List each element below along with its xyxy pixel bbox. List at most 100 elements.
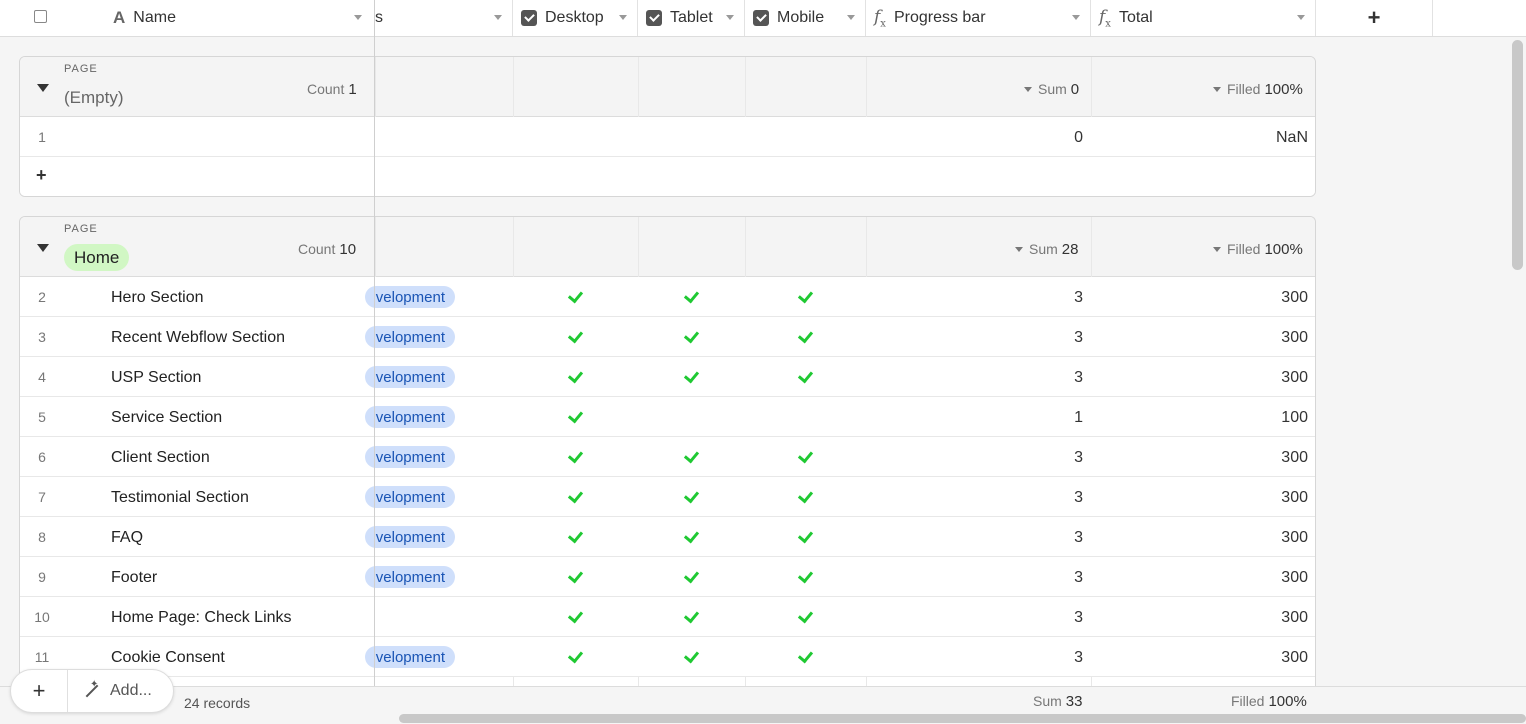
- chevron-down-icon[interactable]: [494, 15, 502, 20]
- collapse-toggle-icon[interactable]: [37, 244, 49, 252]
- total-cell[interactable]: 300: [1091, 609, 1308, 627]
- status-pill[interactable]: velopment: [365, 446, 455, 468]
- status-pill[interactable]: velopment: [365, 526, 455, 548]
- table-row[interactable]: 5 Service Section velopment 1 100: [20, 397, 1315, 437]
- table-row[interactable]: 11 Cookie Consent velopment 3 300: [20, 637, 1315, 677]
- total-cell[interactable]: 300: [1091, 329, 1308, 347]
- column-header-progress[interactable]: fx Progress bar: [866, 0, 1091, 36]
- row-name[interactable]: Testimonial Section: [111, 489, 249, 507]
- footer-sum[interactable]: Sum 33: [1033, 693, 1082, 710]
- tablet-check-icon[interactable]: [684, 289, 698, 303]
- mobile-check-icon[interactable]: [798, 289, 812, 303]
- group-sum[interactable]: Sum 28: [1015, 241, 1078, 258]
- status-pill[interactable]: velopment: [365, 366, 455, 388]
- total-cell[interactable]: 300: [1091, 289, 1308, 307]
- total-cell[interactable]: 300: [1091, 369, 1308, 387]
- group-filled[interactable]: Filled 100%: [1213, 81, 1303, 98]
- column-header-name[interactable]: A Name: [0, 0, 374, 36]
- add-with-ai-button[interactable]: Add...: [68, 670, 173, 712]
- progress-cell[interactable]: 3: [866, 609, 1083, 627]
- progress-cell[interactable]: 3: [866, 529, 1083, 547]
- progress-cell[interactable]: 3: [866, 569, 1083, 587]
- plus-icon[interactable]: +: [36, 165, 47, 186]
- tablet-check-icon[interactable]: [684, 649, 698, 663]
- table-row[interactable]: 9 Footer velopment 3 300: [20, 557, 1315, 597]
- status-pill[interactable]: velopment: [365, 646, 455, 668]
- total-cell[interactable]: 300: [1091, 449, 1308, 467]
- progress-cell[interactable]: 3: [866, 449, 1083, 467]
- tablet-check-icon[interactable]: [684, 369, 698, 383]
- total-cell[interactable]: 300: [1091, 569, 1308, 587]
- add-column-button[interactable]: +: [1316, 0, 1433, 36]
- chevron-down-icon[interactable]: [1297, 15, 1305, 20]
- mobile-check-icon[interactable]: [798, 489, 812, 503]
- chevron-down-icon[interactable]: [847, 15, 855, 20]
- chevron-down-icon[interactable]: [1072, 15, 1080, 20]
- desktop-check-icon[interactable]: [568, 569, 582, 583]
- column-header-tablet[interactable]: Tablet: [638, 0, 745, 36]
- table-row[interactable]: 6 Client Section velopment 3 300: [20, 437, 1315, 477]
- progress-cell[interactable]: 3: [866, 649, 1083, 667]
- row-name[interactable]: Hero Section: [111, 289, 204, 307]
- progress-cell[interactable]: 1: [866, 409, 1083, 427]
- tablet-check-icon[interactable]: [684, 569, 698, 583]
- tablet-check-icon[interactable]: [684, 529, 698, 543]
- row-name[interactable]: Service Section: [111, 409, 222, 427]
- footer-filled[interactable]: Filled 100%: [1231, 693, 1307, 710]
- mobile-check-icon[interactable]: [798, 649, 812, 663]
- table-row[interactable]: 8 FAQ velopment 3 300: [20, 517, 1315, 557]
- table-row[interactable]: 2 Hero Section velopment 3 300: [20, 277, 1315, 317]
- chevron-down-icon[interactable]: [354, 15, 362, 20]
- desktop-check-icon[interactable]: [568, 609, 582, 623]
- row-name[interactable]: USP Section: [111, 369, 201, 387]
- horizontal-scrollbar[interactable]: [399, 714, 1526, 723]
- tablet-check-icon[interactable]: [684, 449, 698, 463]
- total-cell[interactable]: 100: [1091, 409, 1308, 427]
- desktop-check-icon[interactable]: [568, 649, 582, 663]
- desktop-check-icon[interactable]: [568, 489, 582, 503]
- desktop-check-icon[interactable]: [568, 289, 582, 303]
- add-record-row[interactable]: +: [20, 157, 1315, 196]
- frozen-column-divider[interactable]: [374, 0, 375, 724]
- row-name[interactable]: Footer: [111, 569, 157, 587]
- mobile-check-icon[interactable]: [798, 449, 812, 463]
- mobile-check-icon[interactable]: [798, 609, 812, 623]
- collapse-toggle-icon[interactable]: [37, 84, 49, 92]
- group-sum[interactable]: Sum 0: [1024, 81, 1079, 98]
- status-pill[interactable]: velopment: [365, 326, 455, 348]
- total-cell[interactable]: 300: [1091, 489, 1308, 507]
- progress-cell[interactable]: 3: [866, 329, 1083, 347]
- table-row[interactable]: 7 Testimonial Section velopment 3 300: [20, 477, 1315, 517]
- table-row[interactable]: 1 0 NaN: [20, 117, 1315, 157]
- column-header-desktop[interactable]: Desktop: [513, 0, 638, 36]
- desktop-check-icon[interactable]: [568, 329, 582, 343]
- row-name[interactable]: FAQ: [111, 529, 143, 547]
- column-header-total[interactable]: fx Total: [1091, 0, 1316, 36]
- row-name[interactable]: Client Section: [111, 449, 210, 467]
- tablet-check-icon[interactable]: [684, 609, 698, 623]
- chevron-down-icon[interactable]: [619, 15, 627, 20]
- total-cell[interactable]: NaN: [1091, 129, 1308, 147]
- tablet-check-icon[interactable]: [684, 489, 698, 503]
- desktop-check-icon[interactable]: [568, 409, 582, 423]
- vertical-scrollbar[interactable]: [1512, 40, 1523, 270]
- table-row[interactable]: 3 Recent Webflow Section velopment 3 300: [20, 317, 1315, 357]
- progress-cell[interactable]: 3: [866, 369, 1083, 387]
- chevron-down-icon[interactable]: [726, 15, 734, 20]
- column-header-mobile[interactable]: Mobile: [745, 0, 866, 36]
- mobile-check-icon[interactable]: [798, 529, 812, 543]
- progress-cell[interactable]: 0: [866, 129, 1083, 147]
- mobile-check-icon[interactable]: [798, 369, 812, 383]
- mobile-check-icon[interactable]: [798, 329, 812, 343]
- desktop-check-icon[interactable]: [568, 449, 582, 463]
- status-pill[interactable]: velopment: [365, 486, 455, 508]
- status-pill[interactable]: velopment: [365, 406, 455, 428]
- row-name[interactable]: Recent Webflow Section: [111, 329, 285, 347]
- table-row[interactable]: 10 Home Page: Check Links 3 300: [20, 597, 1315, 637]
- row-name[interactable]: Home Page: Check Links: [111, 609, 292, 627]
- tablet-check-icon[interactable]: [684, 329, 698, 343]
- row-name[interactable]: Cookie Consent: [111, 649, 225, 667]
- add-record-button[interactable]: +: [11, 670, 67, 712]
- group-filled[interactable]: Filled 100%: [1213, 241, 1303, 258]
- progress-cell[interactable]: 3: [866, 289, 1083, 307]
